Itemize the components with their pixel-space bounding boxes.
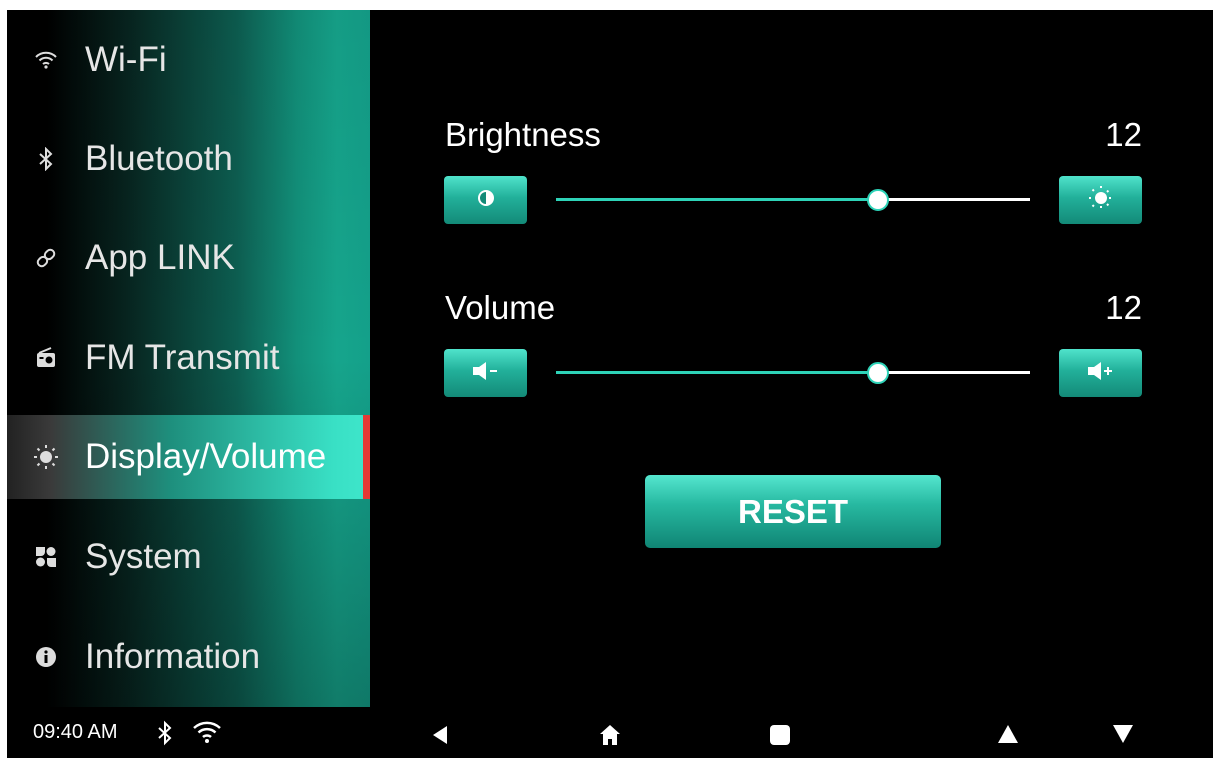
volume-slider-fill [556,371,878,374]
volume-slider[interactable] [556,371,1030,374]
radio-icon [7,347,85,369]
screen: Wi-Fi Bluetooth App LINK FM Transmit Dis [7,10,1213,758]
back-icon[interactable] [431,725,449,750]
active-item-marker [363,415,370,499]
wifi-icon [7,51,85,69]
volume-up-icon [1086,361,1116,386]
volume-value: 12 [1105,289,1142,326]
sidebar-item-label: Information [85,637,261,676]
sidebar-item-information[interactable]: Information [7,615,370,699]
volume-decrease-button[interactable] [444,349,527,397]
brightness-increase-button[interactable] [1059,176,1142,224]
sidebar-item-label: FM Transmit [85,338,280,377]
volume-slider-thumb[interactable] [867,362,889,384]
brightness-value: 12 [1105,116,1142,153]
link-icon [7,247,85,269]
sidebar-item-system[interactable]: System [7,515,370,599]
sidebar-item-label: System [85,537,202,576]
sidebar-item-label: Display/Volume [85,437,327,476]
clock: 09:40 AM [33,721,118,743]
brightness-slider-fill [556,198,878,201]
sidebar-item-label: App LINK [85,238,235,277]
sidebar-item-bluetooth[interactable]: Bluetooth [7,117,370,201]
home-icon[interactable] [599,724,621,751]
down-icon[interactable] [1112,724,1134,749]
bluetooth-icon [156,720,174,751]
sun-bright-icon [1088,185,1114,216]
info-icon [7,646,85,668]
volume-label: Volume [445,289,556,326]
volume-increase-button[interactable] [1059,349,1142,397]
bluetooth-icon [7,147,85,171]
sidebar-item-display-volume[interactable]: Display/Volume [7,415,370,499]
settings-sidebar: Wi-Fi Bluetooth App LINK FM Transmit Dis [7,10,370,707]
sidebar-item-label: Bluetooth [85,139,233,178]
status-bar: 09:40 AM [7,707,1213,758]
reset-button[interactable]: RESET [645,475,941,548]
volume-down-icon [471,361,501,386]
sidebar-item-fm-transmit[interactable]: FM Transmit [7,316,370,400]
brightness-slider-thumb[interactable] [867,189,889,211]
system-icon [7,546,85,568]
recents-icon[interactable] [769,724,791,751]
sidebar-item-app-link[interactable]: App LINK [7,216,370,300]
volume-slider-track [878,371,1030,374]
brightness-slider[interactable] [556,198,1030,201]
brightness-label: Brightness [445,116,601,153]
contrast-icon [476,188,496,213]
sidebar-item-wifi[interactable]: Wi-Fi [7,18,370,102]
up-icon[interactable] [997,724,1019,749]
sidebar-item-label: Wi-Fi [85,40,167,79]
brightness-decrease-button[interactable] [444,176,527,224]
brightness-slider-track [878,198,1030,201]
wifi-icon [193,720,221,749]
sun-icon [7,444,85,470]
